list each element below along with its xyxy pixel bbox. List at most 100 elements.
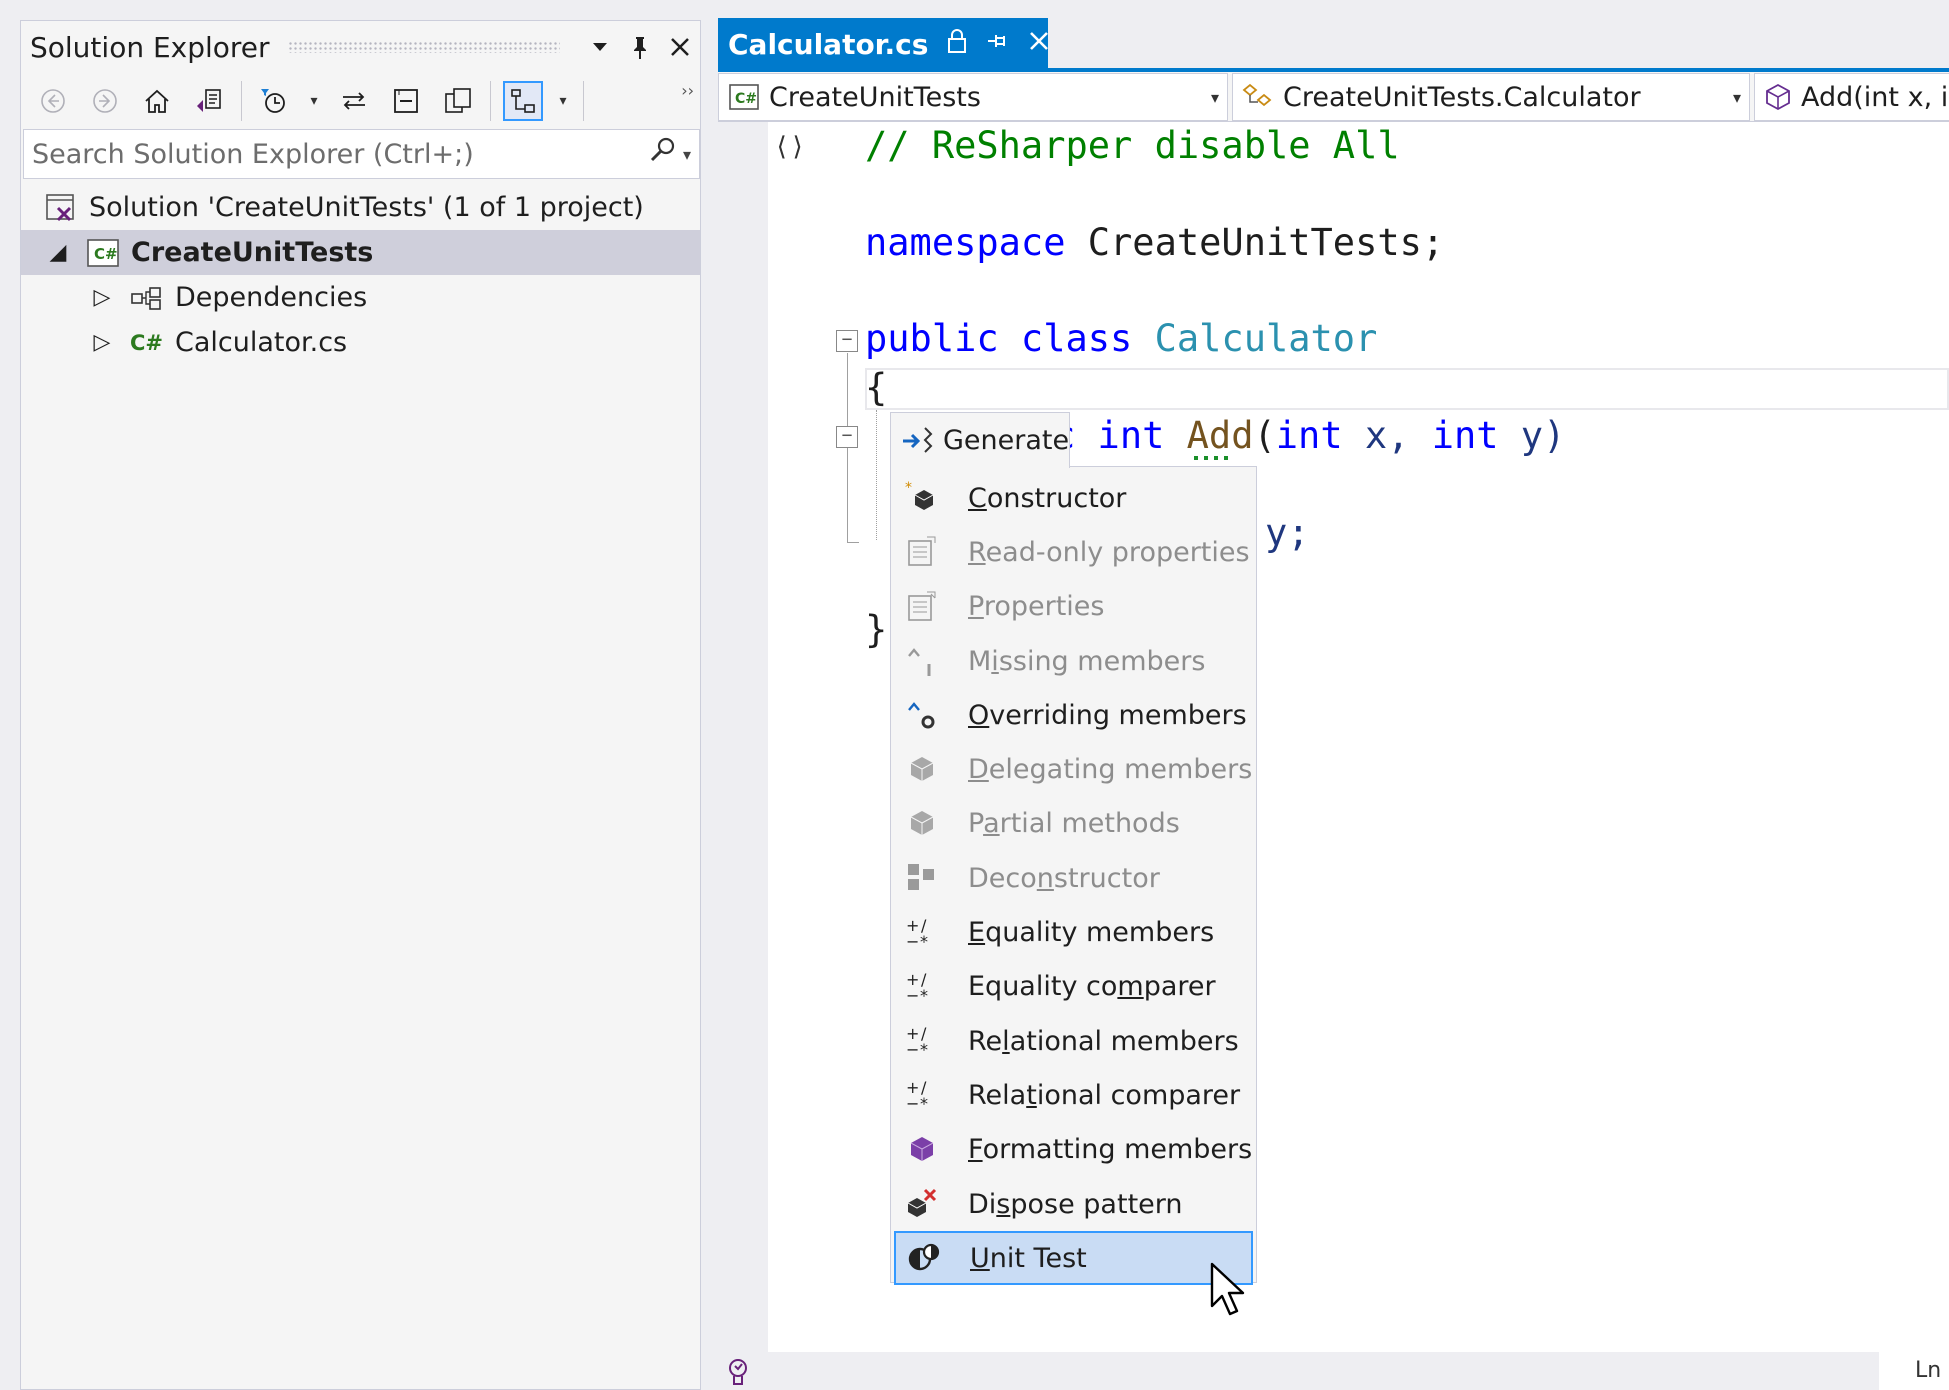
svg-text:C#: C#	[735, 91, 757, 107]
tree-item-solution[interactable]: Solution 'CreateUnitTests' (1 of 1 proje…	[21, 185, 700, 230]
tab-calculator-cs[interactable]: Calculator.cs	[718, 18, 1050, 70]
unit-test-icon	[906, 1240, 942, 1276]
csharp-file-icon: C#	[129, 326, 165, 360]
tab-title: Calculator.cs	[728, 27, 929, 61]
menu-item-relational-comparer[interactable]: + / − * Relational comparer	[894, 1068, 1253, 1122]
menu-item-deconstructor[interactable]: Deconstructor	[894, 851, 1253, 905]
generate-popup-header: Generate	[890, 412, 1070, 468]
status-bar: Ln	[718, 1352, 1949, 1390]
toolbar-overflow-icon[interactable]: ››	[681, 81, 694, 100]
collapse-all-icon[interactable]	[386, 81, 426, 121]
tracking-dropdown-icon[interactable]: ▾	[555, 81, 571, 121]
suggestion-squiggle	[1194, 456, 1234, 460]
solution-explorer-title: Solution Explorer	[30, 30, 270, 64]
svg-text:C#: C#	[94, 245, 118, 263]
relational-comparer-icon: + / − *	[904, 1077, 940, 1113]
menu-item-label: Missing members	[968, 645, 1206, 677]
code-line-11: }	[865, 608, 888, 651]
project-dropdown-value: CreateUnitTests	[769, 81, 981, 113]
menu-item-dispose-pattern[interactable]: Dispose pattern	[894, 1177, 1253, 1231]
solution-explorer-panel: Solution Explorer ▾ ▾ ›› ▾	[20, 20, 701, 1390]
relational-members-icon: + / − *	[904, 1023, 940, 1059]
search-icon[interactable]	[647, 135, 677, 173]
search-input[interactable]	[32, 138, 641, 170]
chevron-down-icon: ▾	[1732, 88, 1741, 107]
tree-item-dependencies[interactable]: ▷ Dependencies	[21, 275, 700, 320]
toolbar-separator	[583, 81, 584, 121]
method-icon	[1763, 81, 1793, 113]
class-icon	[1241, 81, 1275, 113]
tree-item-project[interactable]: ◢ C# CreateUnitTests	[21, 230, 700, 275]
overriding-members-icon	[904, 697, 940, 733]
pin-tab-icon[interactable]	[986, 30, 1010, 58]
tracking-active-item-icon[interactable]	[503, 81, 543, 121]
close-icon[interactable]	[660, 27, 700, 67]
menu-item-label: Equality members	[968, 917, 1215, 949]
expanded-arrow-icon[interactable]: ◢	[41, 240, 75, 265]
code-line-9: y;	[1265, 511, 1310, 554]
svg-text:*: *	[905, 481, 912, 496]
class-dropdown[interactable]: CreateUnitTests.Calculator ▾	[1232, 73, 1750, 121]
home-icon[interactable]	[137, 81, 177, 121]
solution-explorer-toolbar: ▾ ▾ ››	[21, 73, 700, 129]
dependencies-icon	[129, 281, 165, 315]
editor-gutter	[718, 122, 768, 1355]
menu-item-label: Relational members	[968, 1025, 1239, 1057]
collapse-region-icon[interactable]: −	[836, 330, 858, 352]
mouse-pointer-icon	[1210, 1262, 1245, 1316]
menu-item-overriding-members[interactable]: Overriding members	[894, 688, 1253, 742]
menu-item-properties[interactable]: Properties	[894, 580, 1253, 634]
menu-item-relational-members[interactable]: + / − * Relational members	[894, 1014, 1253, 1068]
menu-item-label: Constructor	[968, 482, 1127, 514]
svg-text:−: −	[906, 932, 919, 950]
missing-members-icon	[904, 643, 940, 679]
tree-item-calculator-file[interactable]: ▷ C# Calculator.cs	[21, 320, 700, 365]
filter-dropdown-icon[interactable]: ▾	[306, 81, 322, 121]
menu-item-readonly-properties[interactable]: Read-only properties	[894, 525, 1253, 579]
pending-changes-filter-icon[interactable]	[254, 81, 294, 121]
code-line-1: // ReSharper disable All	[865, 124, 1400, 167]
menu-item-label: Equality comparer	[968, 971, 1216, 1003]
csharp-project-icon: C#	[727, 81, 761, 113]
collapsed-arrow-icon[interactable]: ▷	[85, 330, 119, 355]
project-label: CreateUnitTests	[131, 237, 374, 268]
partial-methods-icon	[904, 806, 940, 842]
dispose-pattern-icon	[904, 1186, 940, 1222]
show-all-files-icon[interactable]	[438, 81, 478, 121]
generate-menu: * Constructor Read-only properties Properti…	[890, 466, 1257, 1286]
document-tab-bar: Calculator.cs	[718, 18, 1949, 70]
menu-item-equality-members[interactable]: + / − * Equality members	[894, 905, 1253, 959]
titlebar-grip[interactable]	[287, 41, 560, 53]
menu-item-equality-comparer[interactable]: + / − * Equality comparer	[894, 960, 1253, 1014]
switch-views-icon[interactable]	[189, 81, 229, 121]
menu-item-formatting-members[interactable]: Formatting members	[894, 1123, 1253, 1177]
file-label: Calculator.cs	[175, 327, 348, 358]
pin-icon[interactable]	[620, 27, 660, 67]
fold-guide	[847, 542, 859, 543]
svg-text:−: −	[906, 986, 919, 1004]
menu-item-constructor[interactable]: * Constructor	[894, 471, 1253, 525]
solution-explorer-search-box: ▾	[23, 129, 700, 179]
close-tab-icon[interactable]	[1028, 30, 1050, 58]
menu-item-delegating-members[interactable]: Delegating members	[894, 742, 1253, 796]
equality-comparer-icon: + / − *	[904, 969, 940, 1005]
constructor-icon: *	[904, 480, 940, 516]
forward-icon[interactable]	[85, 81, 125, 121]
back-icon[interactable]	[33, 81, 73, 121]
sync-with-active-document-icon[interactable]	[334, 81, 374, 121]
code-health-icon[interactable]	[724, 1356, 756, 1390]
member-dropdown[interactable]: Add(int x, int y)	[1754, 73, 1949, 121]
window-position-dropdown-icon[interactable]	[580, 27, 620, 67]
menu-item-label: Unit Test	[970, 1242, 1087, 1274]
search-options-dropdown-icon[interactable]: ▾	[683, 145, 691, 164]
menu-item-label: Overriding members	[968, 699, 1247, 731]
collapsed-arrow-icon[interactable]: ▷	[85, 285, 119, 310]
project-dropdown[interactable]: C# CreateUnitTests ▾	[718, 73, 1228, 121]
collapse-region-icon[interactable]: −	[836, 426, 858, 448]
menu-item-missing-members[interactable]: Missing members	[894, 634, 1253, 688]
menu-item-unit-test[interactable]: Unit Test	[894, 1231, 1253, 1286]
menu-item-partial-methods[interactable]: Partial methods	[894, 797, 1253, 851]
menu-item-label: Partial methods	[968, 808, 1180, 840]
svg-text:C#: C#	[130, 331, 163, 355]
properties-icon	[904, 589, 940, 625]
